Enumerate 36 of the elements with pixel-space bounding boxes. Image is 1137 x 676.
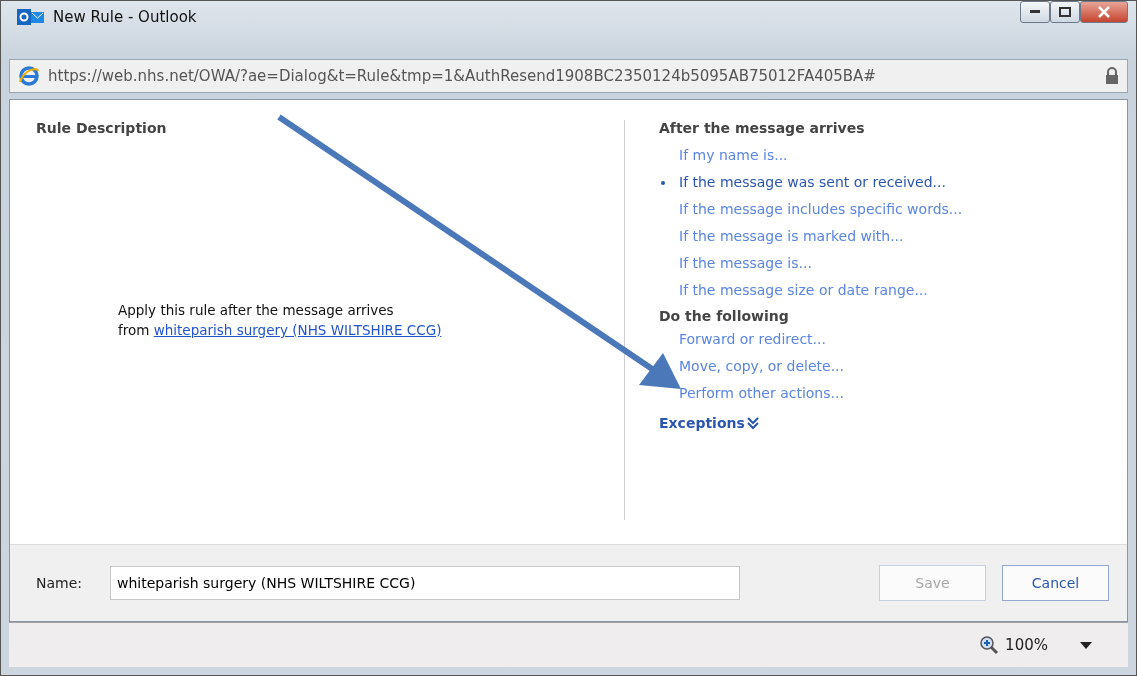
name-label: Name: [36, 575, 83, 591]
rule-option-link[interactable]: If my name is... [679, 142, 788, 169]
outlook-logo-icon [17, 7, 45, 27]
rule-description-text: from [118, 322, 150, 338]
rule-option-link[interactable]: Move, copy, or delete... [679, 353, 844, 380]
rule-option-link[interactable]: If the message was sent or received... [679, 169, 946, 196]
name-field[interactable]: whiteparish surgery (NHS WILTSHIRE CCG) [110, 566, 741, 600]
section-heading: Rule Description [36, 120, 168, 136]
lock-icon [1105, 67, 1119, 85]
maximize-icon [1059, 7, 1071, 17]
sender-link[interactable]: whiteparish surgery (NHS WILTSHIRE CCG) [153, 322, 442, 338]
close-button[interactable] [1080, 1, 1128, 23]
section-heading: After the message arrives [659, 120, 866, 136]
rule-option-link[interactable]: If the message includes specific words... [679, 196, 963, 223]
minimize-icon [1030, 10, 1040, 14]
zoom-level[interactable]: 100% [1005, 636, 1048, 654]
cancel-button[interactable]: Cancel [1002, 565, 1109, 601]
rule-option-link[interactable]: Perform other actions... [679, 380, 844, 407]
double-chevron-icon [746, 416, 759, 430]
window-title: New Rule - Outlook [53, 8, 197, 26]
selection-bullet [661, 180, 665, 185]
minimize-button[interactable] [1020, 1, 1050, 23]
rule-option-link[interactable]: If the message size or date range... [679, 277, 928, 304]
browser-e-icon [18, 65, 40, 87]
section-heading: Do the following [659, 308, 790, 324]
zoom-icon [979, 635, 1000, 655]
rule-description-text: Apply this rule after the message arrives [118, 301, 395, 320]
rule-option-link[interactable]: If the message is marked with... [679, 223, 904, 250]
exceptions-link[interactable]: Exceptions [659, 415, 963, 431]
rule-option-link[interactable]: If the message is... [679, 250, 812, 277]
dropdown-caret-icon[interactable] [1080, 641, 1092, 649]
url-text: https://web.nhs.net/OWA/?ae=Dialog&t=Rule&tmp=1&AuthResend1908BC2350124b5095AB75012FA405BA# [48, 67, 877, 85]
address-bar[interactable]: https://web.nhs.net/OWA/?ae=Dialog&t=Rule&tmp=1&AuthResend1908BC2350124b5095AB75012FA405BA# [9, 59, 1128, 93]
close-icon [1098, 6, 1110, 18]
rule-option-link[interactable]: Forward or redirect... [679, 326, 826, 353]
maximize-button[interactable] [1050, 1, 1080, 23]
